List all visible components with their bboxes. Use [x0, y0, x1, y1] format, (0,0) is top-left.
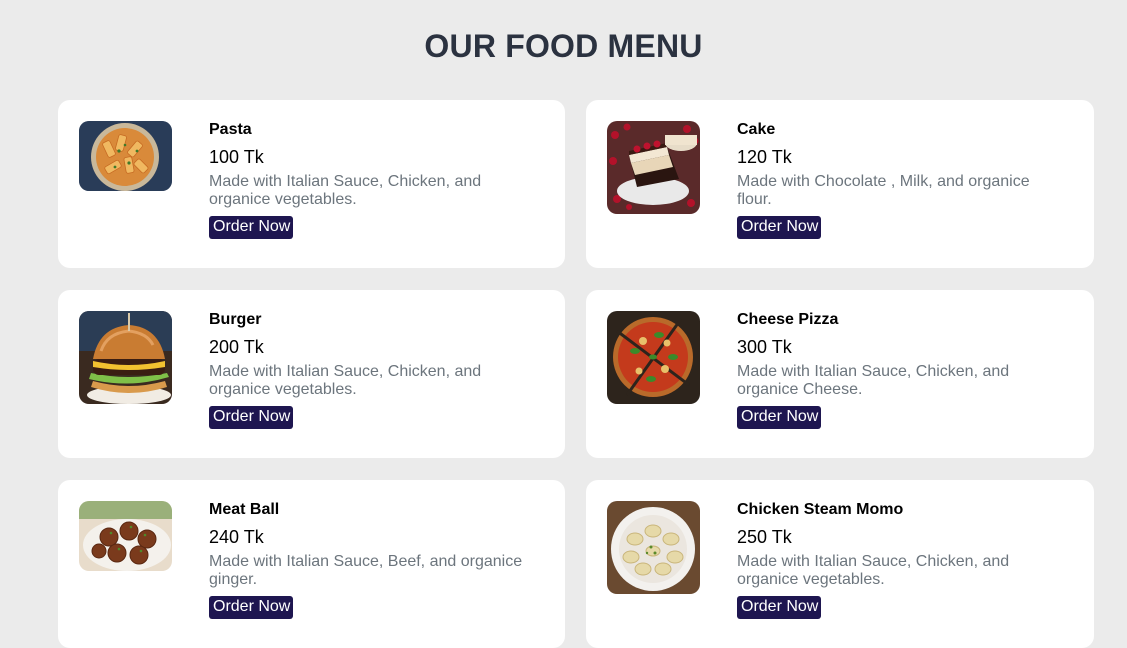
item-description: Made with Italian Sauce, Chicken, and or… — [737, 363, 1010, 398]
burger-image — [79, 311, 172, 404]
item-name: Pasta — [209, 121, 252, 138]
order-now-button[interactable]: Order Now — [209, 596, 294, 619]
item-name: Meat Ball — [209, 501, 280, 518]
page-title: OUR FOOD MENU — [424, 28, 703, 64]
item-price: 300 Tk — [737, 337, 792, 357]
menu-grid: Pasta 100 Tk Made with Italian Sauce, Ch… — [58, 100, 1094, 648]
menu-card-chicken-steam-momo: Chicken Steam Momo 250 Tk Made with Ital… — [586, 480, 1094, 648]
momo-image — [607, 501, 700, 594]
pizza-image — [607, 311, 700, 404]
item-price: 100 Tk — [209, 147, 264, 167]
item-price: 240 Tk — [209, 527, 264, 547]
menu-card-burger: Burger 200 Tk Made with Italian Sauce, C… — [58, 290, 565, 458]
order-now-button[interactable]: Order Now — [737, 596, 822, 619]
item-description: Made with Chocolate , Milk, and organice… — [737, 173, 1030, 208]
menu-card-cake: Cake 120 Tk Made with Chocolate , Milk, … — [586, 100, 1094, 268]
item-name: Chicken Steam Momo — [737, 501, 904, 518]
item-price: 120 Tk — [737, 147, 792, 167]
menu-card-meat-ball: Meat Ball 240 Tk Made with Italian Sauce… — [58, 480, 565, 648]
item-name: Cake — [737, 121, 776, 138]
order-now-button[interactable]: Order Now — [209, 216, 294, 239]
meatballs-image — [79, 501, 172, 571]
order-now-button[interactable]: Order Now — [737, 216, 822, 239]
item-price: 200 Tk — [209, 337, 264, 357]
order-now-button[interactable]: Order Now — [737, 406, 822, 429]
item-description: Made with Italian Sauce, Chicken, and or… — [737, 553, 1010, 588]
cake-image — [607, 121, 700, 214]
order-now-button[interactable]: Order Now — [209, 406, 294, 429]
item-name: Burger — [209, 311, 262, 328]
item-price: 250 Tk — [737, 527, 792, 547]
menu-card-pasta: Pasta 100 Tk Made with Italian Sauce, Ch… — [58, 100, 565, 268]
pasta-image — [79, 121, 172, 191]
item-description: Made with Italian Sauce, Beef, and organ… — [209, 553, 523, 588]
item-description: Made with Italian Sauce, Chicken, and or… — [209, 363, 482, 398]
item-description: Made with Italian Sauce, Chicken, and or… — [209, 173, 482, 208]
menu-card-cheese-pizza: Cheese Pizza 300 Tk Made with Italian Sa… — [586, 290, 1094, 458]
item-name: Cheese Pizza — [737, 311, 839, 328]
